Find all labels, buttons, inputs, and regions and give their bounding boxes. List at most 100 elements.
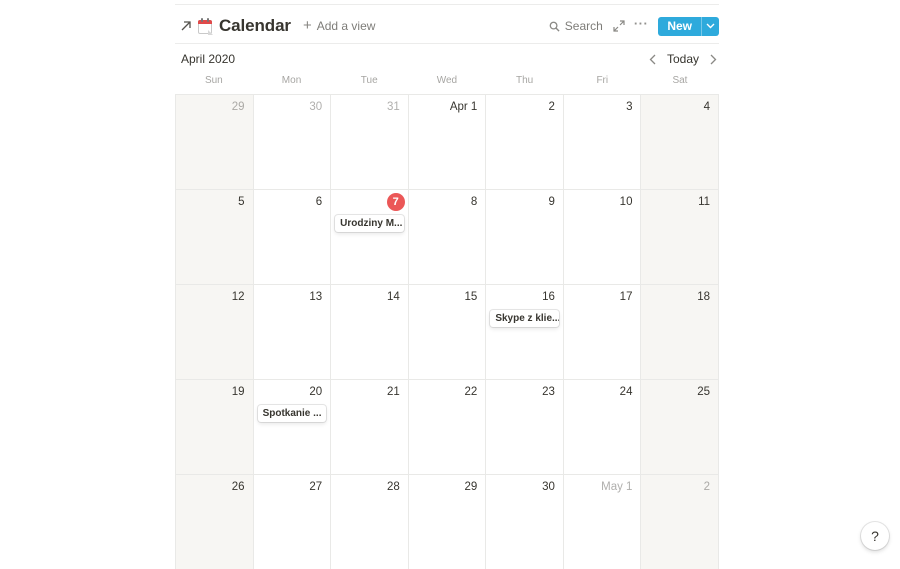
calendar-day-cell[interactable]: 16 Skype z klie... — [486, 285, 564, 380]
day-number: Apr 1 — [449, 101, 478, 113]
day-number: 8 — [470, 196, 478, 208]
database-toolbar: Calendar + Add a view Search ··· New — [175, 13, 719, 39]
weekday-label: Mon — [281, 75, 302, 86]
calendar-day-cell[interactable]: 30 — [486, 475, 564, 569]
day-number: 28 — [386, 481, 400, 493]
calendar-day-cell[interactable]: 4 — [641, 95, 720, 190]
calendar-day-cell[interactable]: 17 — [563, 285, 642, 380]
weekday-label: Tue — [360, 75, 378, 86]
plus-icon: + — [302, 17, 312, 34]
day-number: 27 — [309, 481, 323, 493]
today-button[interactable]: Today — [667, 52, 699, 66]
calendar-day-cell[interactable]: 18 — [641, 285, 720, 380]
event-card[interactable]: Spotkanie ... — [257, 405, 327, 422]
calendar-day-cell[interactable]: 20 Spotkanie ... — [253, 380, 332, 475]
more-options-icon[interactable]: ··· — [634, 17, 649, 34]
month-navigation: Today — [646, 50, 720, 68]
calendar-day-cell[interactable]: 24 — [563, 380, 642, 475]
day-number: 31 — [386, 101, 400, 113]
day-number: 2 — [548, 101, 555, 113]
calendar-week-row: 29 30 31 Apr 1 2 3 4 — [176, 95, 720, 190]
day-number: 16 — [542, 291, 555, 303]
day-number: 5 — [238, 196, 245, 208]
weekday-label: Fri — [596, 75, 609, 86]
calendar-day-cell[interactable]: 21 — [331, 380, 409, 475]
day-number: 19 — [231, 386, 245, 398]
add-view-label: Add a view — [316, 19, 376, 33]
calendar-day-cell[interactable]: Apr 1 — [408, 95, 487, 190]
new-template-dropdown[interactable] — [702, 17, 719, 36]
day-number: 24 — [619, 386, 633, 398]
calendar-day-cell[interactable]: 2 — [641, 475, 720, 569]
help-button[interactable]: ? — [861, 522, 889, 550]
calendar-day-cell[interactable]: 29 — [176, 95, 254, 190]
day-number: 3 — [626, 101, 633, 113]
add-view-button[interactable]: + Add a view — [302, 17, 376, 34]
calendar-day-cell[interactable]: 25 — [641, 380, 720, 475]
database-title[interactable]: Calendar — [219, 16, 291, 36]
calendar-day-cell[interactable]: 28 — [331, 475, 409, 569]
chevron-right-icon — [710, 54, 716, 64]
open-as-page-arrow-icon[interactable] — [179, 19, 193, 33]
calendar-day-cell[interactable]: 27 — [253, 475, 332, 569]
expand-icon[interactable] — [612, 19, 626, 33]
calendar-day-cell[interactable]: 14 — [331, 285, 409, 380]
chevron-left-icon — [650, 54, 656, 64]
toolbar-right: Search ··· New — [549, 13, 719, 39]
chevron-down-icon — [706, 23, 715, 29]
day-number: 22 — [464, 386, 478, 398]
search-icon — [549, 21, 560, 32]
calendar-day-cell[interactable]: 13 — [253, 285, 332, 380]
calendar-day-cell[interactable]: 30 — [253, 95, 332, 190]
calendar-day-cell[interactable]: 5 — [176, 190, 254, 285]
day-number: 23 — [542, 386, 555, 398]
calendar-week-row: 5 6 7 Urodziny M... 8 9 10 11 — [176, 190, 720, 285]
next-month-button[interactable] — [706, 52, 720, 66]
search-button[interactable]: Search — [549, 19, 603, 33]
calendar-day-cell[interactable]: 19 — [176, 380, 254, 475]
calendar-day-cell[interactable]: 29 — [408, 475, 487, 569]
day-number: May 1 — [601, 481, 633, 493]
calendar-emoji-icon[interactable] — [198, 17, 213, 35]
event-card[interactable]: Skype z klie... — [490, 310, 559, 327]
day-number: 6 — [315, 196, 323, 208]
calendar-day-cell[interactable]: 26 — [176, 475, 254, 569]
calendar-day-cell[interactable]: May 1 — [563, 475, 642, 569]
weekday-label: Thu — [515, 75, 534, 86]
calendar-day-cell[interactable]: 9 — [486, 190, 564, 285]
weekday-header: Sun Mon Tue Wed Thu Fri Sat — [175, 75, 719, 86]
weekday-label: Sat — [672, 75, 688, 86]
day-number: 14 — [386, 291, 400, 303]
calendar-day-cell[interactable]: 10 — [563, 190, 642, 285]
calendar-day-cell[interactable]: 11 — [641, 190, 720, 285]
calendar-day-cell[interactable]: 15 — [408, 285, 487, 380]
calendar-day-cell[interactable]: 31 — [331, 95, 409, 190]
calendar-day-cell[interactable]: 2 — [486, 95, 564, 190]
calendar-day-cell[interactable]: 22 — [408, 380, 487, 475]
day-number: 15 — [464, 291, 478, 303]
event-card[interactable]: Urodziny M... — [335, 215, 404, 232]
header-divider — [175, 43, 719, 44]
calendar-day-cell[interactable]: 6 — [253, 190, 332, 285]
previous-month-button[interactable] — [646, 52, 660, 66]
day-number: 30 — [309, 101, 323, 113]
day-number: 12 — [231, 291, 245, 303]
calendar-week-row: 26 27 28 29 30 May 1 2 — [176, 475, 720, 569]
calendar-day-cell[interactable]: 8 — [408, 190, 487, 285]
new-button-label[interactable]: New — [658, 17, 701, 36]
day-number: 25 — [697, 386, 711, 398]
top-divider — [175, 4, 719, 5]
day-number: 18 — [697, 291, 711, 303]
day-number: 4 — [703, 101, 711, 113]
calendar-day-cell[interactable]: 7 Urodziny M... — [331, 190, 409, 285]
calendar-day-cell[interactable]: 12 — [176, 285, 254, 380]
today-date-badge: 7 — [386, 193, 405, 211]
day-number: 9 — [548, 196, 555, 208]
weekday-label: Sun — [204, 75, 223, 86]
day-number: 30 — [542, 481, 555, 493]
day-number: 10 — [619, 196, 633, 208]
calendar-grid: 29 30 31 Apr 1 2 3 4 5 6 7 Urodziny M... 8 9 10 11 12 13… — [175, 94, 720, 569]
calendar-day-cell[interactable]: 3 — [563, 95, 642, 190]
calendar-week-row: 12 13 14 15 16 Skype z klie... 17 18 — [176, 285, 720, 380]
calendar-day-cell[interactable]: 23 — [486, 380, 564, 475]
